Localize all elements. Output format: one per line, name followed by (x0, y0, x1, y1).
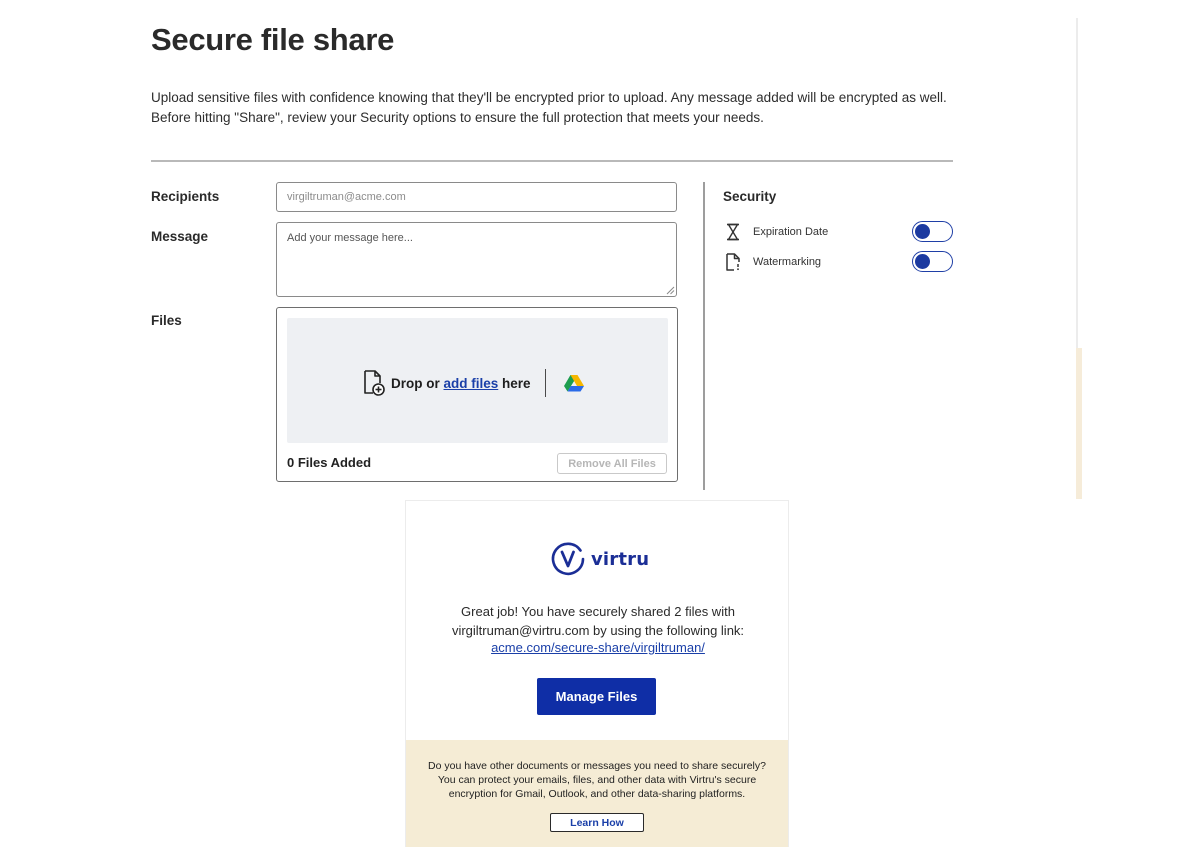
dropzone-separator (544, 369, 546, 397)
add-files-link[interactable]: add files (444, 376, 499, 391)
promo-line: encryption for Gmail, Outlook, and other… (448, 788, 746, 800)
manage-files-button[interactable]: Manage Files (537, 678, 656, 715)
expiration-date-label: Expiration Date (753, 226, 829, 238)
intro-text: Upload sensitive files with confidence k… (151, 90, 947, 125)
message-label: Message (151, 229, 209, 244)
promo-line: You can protect your emails, files, and … (437, 774, 757, 786)
security-option-expiration: Expiration Date (725, 221, 955, 243)
files-label: Files (151, 313, 182, 328)
resize-grip-icon[interactable] (666, 286, 675, 295)
page-title: Secure file share (151, 22, 395, 57)
promo-text: Do you have other documents or messages … (406, 759, 788, 801)
files-count: 0 Files Added (287, 455, 372, 470)
drop-suffix: here (498, 375, 531, 391)
toggle-knob (915, 224, 930, 239)
email-notification-card: virtru Great job! You have securely shar… (405, 500, 789, 847)
security-option-watermarking: Watermarking (725, 251, 955, 273)
edge-divider (1076, 18, 1078, 348)
watermarking-label: Watermarking (753, 256, 822, 268)
document-watermark-icon (726, 253, 740, 271)
section-divider (151, 160, 953, 162)
google-drive-icon[interactable] (563, 374, 584, 392)
column-divider (703, 182, 705, 490)
recipients-input[interactable] (276, 182, 677, 212)
security-title: Security (723, 189, 777, 204)
success-line: Great job! You have securely shared 2 fi… (461, 604, 735, 619)
promo-section: Do you have other documents or messages … (406, 740, 788, 847)
edge-accent (1076, 348, 1082, 499)
learn-how-button[interactable]: Learn How (550, 813, 644, 832)
message-textarea[interactable] (276, 222, 677, 297)
recipients-label: Recipients (151, 189, 220, 204)
drop-instructions: Drop or add files here (391, 376, 531, 391)
promo-line: Do you have other documents or messages … (428, 760, 766, 772)
remove-all-files-button[interactable]: Remove All Files (557, 453, 667, 474)
virtru-logo: virtru (550, 541, 649, 577)
hourglass-icon (727, 223, 739, 241)
expiration-date-toggle[interactable] (912, 221, 953, 242)
file-dropzone[interactable]: Drop or add files here (287, 318, 668, 443)
success-line: virgiltruman@virtru.com by using the fol… (451, 622, 745, 638)
share-link[interactable]: acme.com/secure-share/virgiltruman/ (406, 640, 790, 655)
file-add-icon (364, 370, 385, 396)
share-success-message: Great job! You have securely shared 2 fi… (406, 603, 790, 640)
dropzone-content: Drop or add files here (362, 368, 584, 398)
watermarking-toggle[interactable] (912, 251, 953, 272)
virtru-logo-icon (551, 542, 585, 576)
drop-prefix: Drop or (391, 375, 444, 391)
files-upload-box: Drop or add files here 0 Files Added Rem… (276, 307, 678, 482)
toggle-knob (915, 254, 930, 269)
brand-name: virtru (591, 548, 650, 570)
